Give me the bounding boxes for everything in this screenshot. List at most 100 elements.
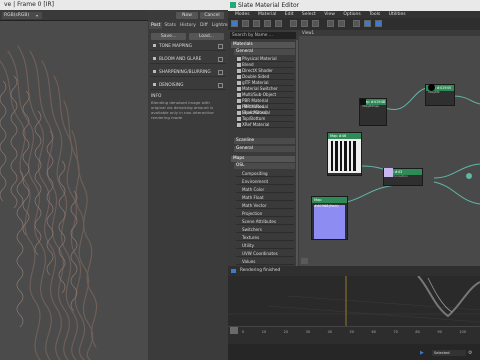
layout-children-icon[interactable] — [338, 20, 345, 27]
material-swatch-icon — [237, 111, 241, 115]
item-label: DirectX Shader — [242, 68, 273, 73]
list-item[interactable]: Values — [236, 259, 294, 265]
item-label: Scene Attributes — [242, 219, 276, 224]
list-item[interactable]: Math Color — [236, 187, 294, 193]
show-map-icon[interactable] — [301, 20, 308, 27]
enable-checkbox[interactable] — [218, 83, 223, 88]
item-label: Textures — [242, 235, 260, 240]
section-tone-mapping[interactable]: TONE MAPPING — [150, 42, 226, 51]
enable-checkbox[interactable] — [218, 44, 223, 49]
menu-view[interactable]: View — [324, 11, 335, 18]
section-label: SHARPENING/BLURRING — [159, 70, 211, 75]
material-id-icon[interactable] — [353, 20, 360, 27]
menu-select[interactable]: Select — [302, 11, 316, 18]
node-preview — [360, 99, 366, 105]
section-sharpening[interactable]: SHARPENING/BLURRING — [150, 68, 226, 77]
item-label: Math Vector — [242, 203, 267, 208]
list-item[interactable]: Math Vector — [236, 203, 294, 209]
tab-history[interactable]: History — [178, 22, 198, 29]
tab-diff[interactable]: Diff — [198, 22, 210, 29]
status-bar: Rendering finished — [228, 266, 480, 276]
layout-icon[interactable] — [327, 20, 334, 27]
save-button[interactable]: Save... — [151, 33, 186, 40]
item-label: XRef Material — [242, 122, 270, 127]
show-background-icon[interactable] — [312, 20, 319, 27]
list-item[interactable]: Textures — [236, 235, 294, 241]
general-group[interactable]: General — [234, 49, 295, 55]
node-preview — [428, 84, 435, 91]
enable-checkbox[interactable] — [218, 70, 223, 75]
material-swatch-icon — [237, 105, 241, 109]
item-label: Top/Bottom — [242, 116, 266, 121]
item-label: Math Color — [242, 187, 265, 192]
list-item[interactable]: Scene Attributes — [236, 219, 294, 225]
browser-search-input[interactable]: Search by Name ... — [230, 32, 296, 39]
menu-modes[interactable]: Modes — [235, 11, 250, 18]
node-view[interactable]: Map #41948 VRayBitmap Map #41945 VRayMtl… — [299, 36, 480, 266]
maps-group[interactable]: Maps — [231, 156, 295, 162]
menu-utilities[interactable]: Utilities — [389, 11, 406, 18]
tick-label: 50 — [349, 330, 354, 334]
list-item[interactable]: Math Float — [236, 195, 294, 201]
navigator-icon[interactable] — [301, 258, 308, 264]
material-swatch-icon — [237, 93, 241, 97]
tick-label: 80 — [415, 330, 420, 334]
cancel-button[interactable]: Cancel — [200, 12, 224, 19]
settings-icon[interactable]: ⚙ — [468, 350, 474, 356]
menu-material[interactable]: Material — [258, 11, 276, 18]
browser-scrollbar[interactable] — [296, 40, 298, 270]
material-swatch-icon — [237, 81, 241, 85]
tick-label: 100 — [459, 330, 466, 334]
section-denoising[interactable]: DENOISING — [150, 81, 226, 90]
list-item[interactable]: Compositing — [236, 171, 294, 177]
hide-unused-icon[interactable] — [364, 20, 371, 27]
osl-group[interactable]: OSL — [234, 163, 295, 169]
list-item[interactable]: UVW Coordinates — [236, 251, 294, 257]
play-icon[interactable]: ▶ — [420, 350, 426, 356]
list-item[interactable]: Environment — [236, 179, 294, 185]
delete-icon[interactable] — [275, 20, 282, 27]
app-icon — [230, 2, 236, 8]
section-label: DENOISING — [159, 83, 184, 88]
section-label: BLOOM AND GLARE — [159, 57, 202, 62]
move-children-icon[interactable] — [290, 20, 297, 27]
material-swatch-icon — [237, 117, 241, 121]
now-button[interactable]: Now — [176, 12, 198, 19]
load-button[interactable]: Load... — [189, 33, 224, 40]
node-title: Map #40968(Hair) — [312, 197, 347, 208]
item-label: Compositing — [242, 171, 268, 176]
grid-icon[interactable] — [375, 20, 382, 27]
tick-label: 30 — [305, 330, 311, 334]
list-item[interactable]: Utility — [236, 243, 294, 249]
select-tool-icon[interactable] — [231, 20, 238, 27]
tick-label: 0 — [242, 330, 245, 334]
item-label: Projection — [242, 211, 263, 216]
selected-dropdown[interactable]: Selected — [432, 350, 466, 356]
section-bloom-glare[interactable]: BLOOM AND GLARE — [150, 55, 226, 64]
put-material-icon[interactable] — [253, 20, 260, 27]
tab-stats[interactable]: Stats — [162, 22, 178, 29]
node-map-40968[interactable]: Map #40968(Hair) — [311, 196, 348, 240]
list-item[interactable]: XRef Material — [236, 122, 294, 128]
materials-group[interactable]: Materials — [231, 42, 295, 48]
item-label: Math Float — [242, 195, 264, 200]
scanline-group[interactable]: Scanline — [234, 138, 295, 144]
list-item[interactable]: Projection — [236, 211, 294, 217]
list-item[interactable]: Switchers — [236, 227, 294, 233]
node-map-46[interactable]: Map #46 — [327, 132, 362, 176]
viewport[interactable] — [228, 275, 480, 326]
menu-options[interactable]: Options — [343, 11, 360, 18]
menu-edit[interactable]: Edit — [285, 11, 294, 18]
general-group[interactable]: General — [234, 146, 295, 152]
tab-post[interactable]: Post — [149, 22, 163, 29]
item-label: Blend — [242, 62, 254, 67]
pick-material-icon[interactable] — [242, 20, 249, 27]
assign-material-icon[interactable] — [264, 20, 271, 27]
material-swatch-icon — [237, 123, 241, 127]
enable-checkbox[interactable] — [218, 57, 223, 62]
menu-tools[interactable]: Tools — [369, 11, 380, 18]
render-image[interactable] — [0, 21, 148, 360]
item-label: Utility — [242, 243, 255, 248]
item-label: Material Switcher — [242, 86, 278, 91]
channel-dropdown-icon[interactable]: ▾ — [36, 13, 41, 18]
